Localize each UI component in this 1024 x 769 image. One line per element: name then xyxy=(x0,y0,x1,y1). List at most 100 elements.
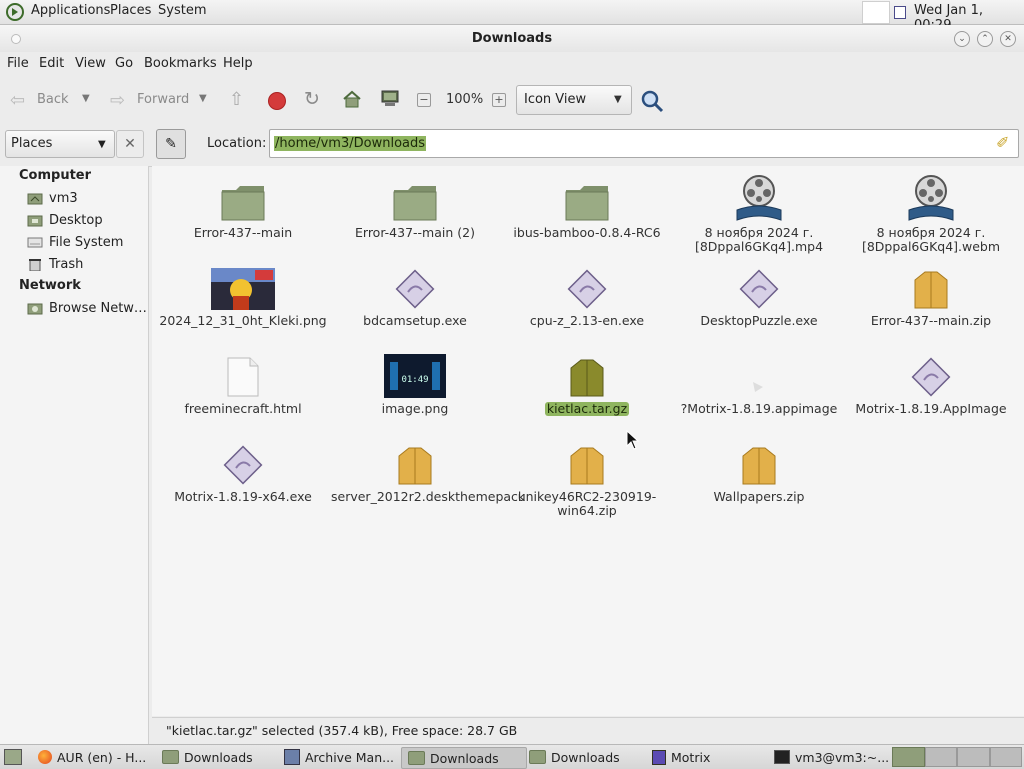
file-name: DesktopPuzzle.exe xyxy=(700,313,818,328)
forward-arrow-icon: ⇨ xyxy=(110,90,126,111)
back-button[interactable]: Back xyxy=(37,92,69,107)
distro-logo-icon[interactable] xyxy=(6,3,24,21)
workspace-switcher[interactable] xyxy=(892,747,1022,767)
sidebar-item-label: File System xyxy=(49,234,124,250)
file-item[interactable]: 01:49 image.png xyxy=(329,350,501,416)
file-item[interactable]: ?Motrix-1.8.19.appimage xyxy=(673,350,845,416)
file-item[interactable]: cpu-z_2.13-en.exe xyxy=(501,262,673,328)
close-button[interactable]: ✕ xyxy=(1000,31,1016,47)
file-item[interactable]: Wallpapers.zip xyxy=(673,438,845,504)
image-thumbnail-icon xyxy=(157,262,329,310)
menu-file[interactable]: File xyxy=(7,56,29,71)
stop-icon[interactable] xyxy=(268,92,286,110)
reload-icon[interactable]: ↻ xyxy=(304,88,320,110)
file-item[interactable]: freeminecraft.html xyxy=(157,350,329,416)
workspace-4[interactable] xyxy=(989,747,1022,767)
task-downloads-3[interactable]: Downloads xyxy=(523,747,647,767)
task-label: Downloads xyxy=(430,750,499,766)
forward-dropdown-icon[interactable]: ▼ xyxy=(199,93,207,104)
show-desktop-icon[interactable] xyxy=(4,749,22,765)
file-name: unikey46RC2-230919-win64.zip xyxy=(517,489,657,518)
zoom-in-icon[interactable]: + xyxy=(492,93,506,107)
file-name: Error-437--main xyxy=(193,225,293,240)
broken-icon xyxy=(673,350,845,398)
menu-edit[interactable]: Edit xyxy=(39,56,64,71)
file-item[interactable]: Motrix-1.8.19.AppImage xyxy=(845,350,1017,416)
file-item[interactable]: 8 ноября 2024 г. [8Dppal6GKq4].mp4 xyxy=(673,174,845,254)
system-menu[interactable]: System xyxy=(158,3,206,18)
view-mode-select[interactable]: Icon View ▼ xyxy=(516,85,632,115)
places-menu[interactable]: Places xyxy=(110,3,151,18)
folder-icon xyxy=(408,751,425,765)
file-name: freeminecraft.html xyxy=(184,401,302,416)
sidebar-heading-computer: Computer xyxy=(19,168,92,183)
location-field[interactable]: /home/vm3/Downloads ✐ xyxy=(269,129,1019,158)
applications-menu[interactable]: Applications xyxy=(31,3,110,18)
file-item[interactable]: ibus-bamboo-0.8.4-RC6 xyxy=(501,174,673,240)
video-icon xyxy=(845,174,1017,222)
minimize-button[interactable]: ⌄ xyxy=(954,31,970,47)
menu-help[interactable]: Help xyxy=(223,56,253,71)
clear-location-icon[interactable]: ✐ xyxy=(996,133,1009,152)
menu-go[interactable]: Go xyxy=(115,56,133,71)
file-item[interactable]: DesktopPuzzle.exe xyxy=(673,262,845,328)
sidebar-item-desktop[interactable]: Desktop xyxy=(27,210,103,230)
window-titlebar[interactable]: Downloads ⌄ ⌃ ✕ xyxy=(0,25,1024,53)
up-arrow-icon[interactable]: ⇧ xyxy=(229,89,244,110)
back-dropdown-icon[interactable]: ▼ xyxy=(82,93,90,104)
sidebar-item-filesystem[interactable]: File System xyxy=(27,232,123,252)
back-arrow-icon: ⇦ xyxy=(10,90,26,111)
sidebar-item-trash[interactable]: Trash xyxy=(27,254,83,274)
task-downloads-2[interactable]: Downloads xyxy=(401,747,527,769)
sidebar-type-select[interactable]: Places ▼ xyxy=(5,130,115,158)
computer-icon[interactable] xyxy=(380,90,400,108)
file-item[interactable]: server_2012r2.deskthemepack xyxy=(329,438,525,504)
task-label: Downloads xyxy=(184,749,253,765)
file-item[interactable]: 2024_12_31_0ht_Kleki.png xyxy=(157,262,329,328)
file-item[interactable]: 8 ноября 2024 г. [8Dppal6GKq4].webm xyxy=(845,174,1017,254)
file-name: server_2012r2.deskthemepack xyxy=(331,489,526,504)
menu-view[interactable]: View xyxy=(75,56,106,71)
task-terminal[interactable]: vm3@vm3:~... xyxy=(768,747,898,767)
file-name: Motrix-1.8.19.AppImage xyxy=(855,401,1007,416)
location-path: /home/vm3/Downloads xyxy=(274,136,427,151)
folder-icon xyxy=(162,750,179,764)
file-item[interactable]: kietlac.tar.gz xyxy=(501,350,673,416)
exe-icon xyxy=(329,262,501,310)
document-icon xyxy=(157,350,329,398)
task-archive-manager[interactable]: Archive Man... xyxy=(278,747,406,767)
folder-icon xyxy=(501,174,673,222)
forward-button[interactable]: Forward xyxy=(137,92,189,107)
edit-location-icon[interactable]: ✎ xyxy=(156,129,186,159)
maximize-button[interactable]: ⌃ xyxy=(977,31,993,47)
notification-area[interactable] xyxy=(862,1,890,24)
search-icon[interactable] xyxy=(640,89,664,113)
menu-bookmarks[interactable]: Bookmarks xyxy=(144,56,217,71)
file-item[interactable]: Motrix-1.8.19-x64.exe xyxy=(157,438,329,504)
home-icon[interactable] xyxy=(342,90,362,108)
places-sidebar: Computer vm3 Desktop File System Trash N… xyxy=(0,166,149,744)
close-sidebar-icon[interactable]: ✕ xyxy=(116,130,144,158)
file-name: Error-437--main (2) xyxy=(355,225,475,240)
zoom-out-icon[interactable]: − xyxy=(417,93,431,107)
task-downloads-1[interactable]: Downloads xyxy=(156,747,278,767)
file-item[interactable]: Error-437--main.zip xyxy=(845,262,1017,328)
exe-icon xyxy=(845,350,1017,398)
workspace-2[interactable] xyxy=(924,747,957,767)
file-name: Error-437--main.zip xyxy=(870,313,992,328)
workspace-1[interactable] xyxy=(892,747,925,767)
terminal-icon xyxy=(774,750,790,764)
sidebar-item-browse-network[interactable]: Browse Netw… xyxy=(27,298,147,318)
file-item[interactable]: Error-437--main (2) xyxy=(329,174,501,240)
file-item[interactable]: Error-437--main xyxy=(157,174,329,240)
file-name: Wallpapers.zip xyxy=(713,489,805,504)
folder-icon xyxy=(529,750,546,764)
file-item[interactable]: unikey46RC2-230919-win64.zip xyxy=(501,438,673,518)
network-folder-icon xyxy=(27,301,43,315)
file-icon-view[interactable]: Error-437--main Error-437--main (2) ibus-b… xyxy=(152,166,1024,716)
task-firefox[interactable]: AUR (en) - H... xyxy=(32,747,164,767)
workspace-3[interactable] xyxy=(957,747,990,767)
task-motrix[interactable]: Motrix xyxy=(646,747,770,767)
file-item[interactable]: bdcamsetup.exe xyxy=(329,262,501,328)
sidebar-item-vm3[interactable]: vm3 xyxy=(27,188,78,208)
